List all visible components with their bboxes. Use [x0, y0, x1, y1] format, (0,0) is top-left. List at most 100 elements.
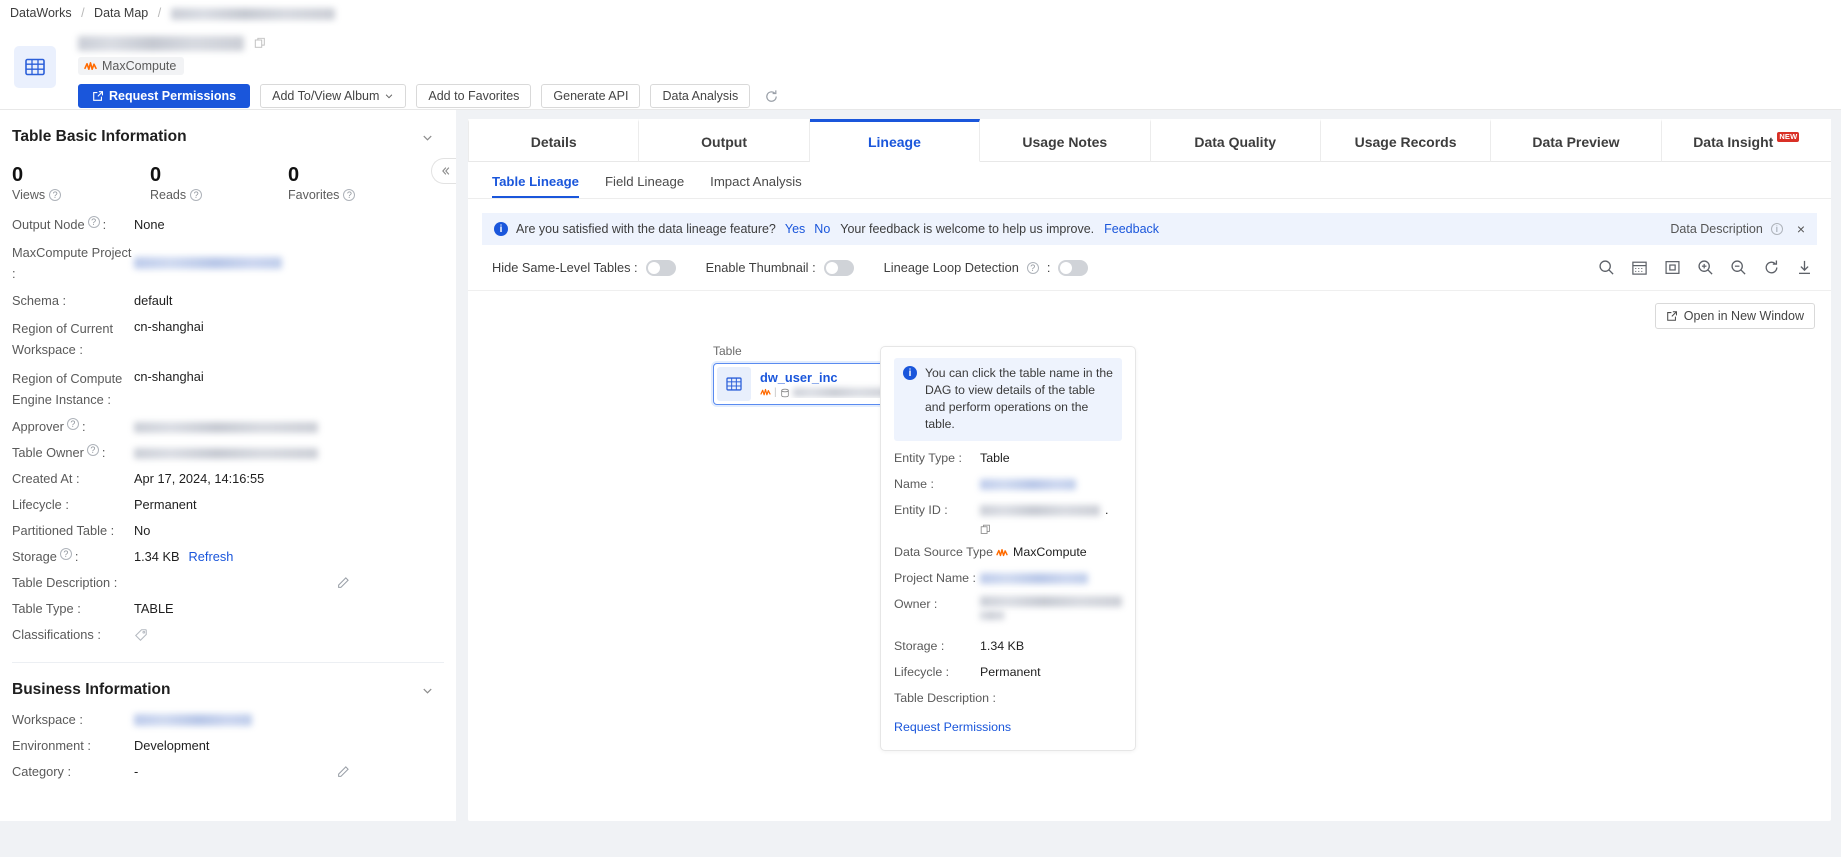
page-title-redacted [78, 36, 244, 51]
open-in-new-window-button[interactable]: Open in New Window [1655, 303, 1815, 329]
stat-views-label: Views [12, 188, 45, 202]
breadcrumb: DataWorks / Data Map / [0, 0, 1841, 26]
subtab-impact-analysis[interactable]: Impact Analysis [710, 174, 802, 198]
field-partitioned-table: Partitioned Table : No [0, 518, 456, 544]
table-basic-information-header[interactable]: Table Basic Information [0, 110, 456, 154]
data-analysis-button[interactable]: Data Analysis [650, 84, 750, 108]
storage-refresh-link[interactable]: Refresh [189, 548, 234, 566]
stat-views: 0 Views? [12, 162, 150, 202]
help-icon[interactable]: ? [343, 189, 355, 201]
tab-data-quality[interactable]: Data Quality [1151, 119, 1321, 162]
detail-owner-value-redacted-2 [980, 611, 1004, 620]
stat-favorites-value: 0 [288, 162, 426, 188]
help-icon[interactable]: ? [67, 418, 79, 430]
detail-storage-value: 1.34 KB [980, 638, 1024, 655]
field-lifecycle-label: Lifecycle : [12, 496, 134, 514]
field-schema-value: default [134, 292, 456, 310]
help-icon[interactable]: ? [190, 189, 202, 201]
zoom-out-icon[interactable] [1730, 259, 1747, 276]
detail-entity-type: Entity Type : Table [894, 450, 1122, 467]
edit-icon[interactable] [336, 765, 350, 779]
control-enable-thumbnail-label: Enable Thumbnail : [706, 260, 816, 275]
breadcrumb-item-datamap[interactable]: Data Map [94, 6, 148, 20]
feedback-yes-link[interactable]: Yes [785, 222, 805, 236]
hide-same-level-tables-toggle[interactable] [646, 260, 676, 276]
field-region-current-workspace-value: cn-shanghai [134, 318, 456, 360]
download-icon[interactable] [1796, 259, 1813, 276]
stat-views-value: 0 [12, 162, 150, 188]
generate-api-button[interactable]: Generate API [541, 84, 640, 108]
feedback-banner: i Are you satisfied with the data lineag… [482, 213, 1817, 245]
field-lifecycle-value: Permanent [134, 496, 456, 514]
detail-table-description: Table Description : [894, 690, 1122, 707]
field-table-owner: Table Owner?: [0, 440, 456, 466]
chevron-down-icon[interactable] [421, 131, 434, 144]
page-title [78, 26, 1841, 54]
field-table-type: Table Type : TABLE [0, 596, 456, 622]
lineage-canvas[interactable]: Open in New Window Table dw_user_inc [468, 291, 1831, 767]
field-region-compute-engine-value: cn-shanghai [134, 368, 456, 410]
field-storage-value: 1.34 KB [134, 548, 180, 566]
help-icon[interactable]: ? [49, 189, 61, 201]
lineage-loop-detection-toggle[interactable] [1058, 260, 1088, 276]
edit-icon[interactable] [336, 576, 350, 590]
database-icon [780, 388, 790, 398]
chevron-down-icon[interactable] [421, 684, 434, 697]
add-to-view-album-button[interactable]: Add To/View Album [260, 84, 406, 108]
detail-request-permissions-link[interactable]: Request Permissions [894, 719, 1011, 736]
copy-icon[interactable] [254, 37, 266, 49]
zoom-in-icon[interactable] [1697, 259, 1714, 276]
table-grid-icon [717, 367, 751, 401]
subtab-field-lineage[interactable]: Field Lineage [605, 174, 684, 198]
lineage-node-name[interactable]: dw_user_inc [760, 370, 885, 385]
help-icon[interactable]: ? [1027, 262, 1039, 274]
field-output-node-value: None [134, 216, 456, 234]
field-output-node-label: Output Node [12, 216, 85, 234]
detail-tip: i You can click the table name in the DA… [894, 358, 1122, 441]
calendar-icon[interactable] [1631, 259, 1648, 276]
feedback-link[interactable]: Feedback [1104, 222, 1159, 236]
control-lineage-loop-detection: Lineage Loop Detection ? : [884, 260, 1089, 276]
search-icon[interactable] [1598, 259, 1615, 276]
help-icon[interactable]: ? [87, 444, 99, 456]
business-information-header[interactable]: Business Information [0, 663, 456, 707]
node-detail-panel: i You can click the table name in the DA… [880, 346, 1136, 751]
close-icon[interactable]: × [1797, 221, 1805, 237]
tab-output[interactable]: Output [639, 119, 809, 162]
enable-thumbnail-toggle[interactable] [824, 260, 854, 276]
detail-project-name: Project Name : [894, 570, 1122, 587]
subtab-table-lineage[interactable]: Table Lineage [492, 174, 579, 198]
tag-icon[interactable] [134, 628, 148, 642]
tab-usage-records[interactable]: Usage Records [1321, 119, 1491, 162]
field-created-at-value: Apr 17, 2024, 14:16:55 [134, 470, 456, 488]
feedback-note: Your feedback is welcome to help us impr… [840, 222, 1094, 236]
field-maxcompute-project: MaxCompute Project : [0, 238, 456, 288]
tab-lineage[interactable]: Lineage [810, 119, 980, 162]
detail-entity-type-value: Table [980, 450, 1010, 467]
fit-screen-icon[interactable] [1664, 259, 1681, 276]
breadcrumb-item-dataworks[interactable]: DataWorks [10, 6, 72, 20]
field-maxcompute-project-value-redacted [134, 257, 282, 269]
tab-details[interactable]: Details [468, 119, 639, 162]
maxcompute-icon [760, 388, 771, 397]
lineage-node-dw-user-inc[interactable]: dw_user_inc | [713, 363, 897, 405]
tab-data-preview[interactable]: Data Preview [1491, 119, 1661, 162]
refresh-icon[interactable] [760, 85, 782, 107]
detail-entity-id-suffix: . [1105, 502, 1108, 519]
help-icon[interactable]: i [1771, 223, 1783, 235]
tab-usage-notes[interactable]: Usage Notes [980, 119, 1150, 162]
banner-right: Data Description i × [1670, 221, 1805, 237]
copy-icon[interactable] [980, 524, 991, 535]
stats-row: 0 Views? 0 Reads? 0 Favorites? [0, 154, 456, 206]
tab-data-insight[interactable]: Data Insight NEW [1662, 119, 1831, 162]
add-to-favorites-button[interactable]: Add to Favorites [416, 84, 531, 108]
collapse-left-icon[interactable] [431, 158, 456, 184]
feedback-no-link[interactable]: No [814, 222, 830, 236]
field-region-current-workspace: Region of Current Workspace : cn-shangha… [0, 314, 456, 364]
request-permissions-button[interactable]: Request Permissions [78, 84, 250, 108]
help-icon[interactable]: ? [60, 548, 72, 560]
refresh-icon[interactable] [1763, 259, 1780, 276]
help-icon[interactable]: ? [88, 216, 100, 228]
detail-storage-label: Storage : [894, 638, 980, 655]
graph-controls: Hide Same-Level Tables : Enable Thumbnai… [468, 245, 1831, 291]
